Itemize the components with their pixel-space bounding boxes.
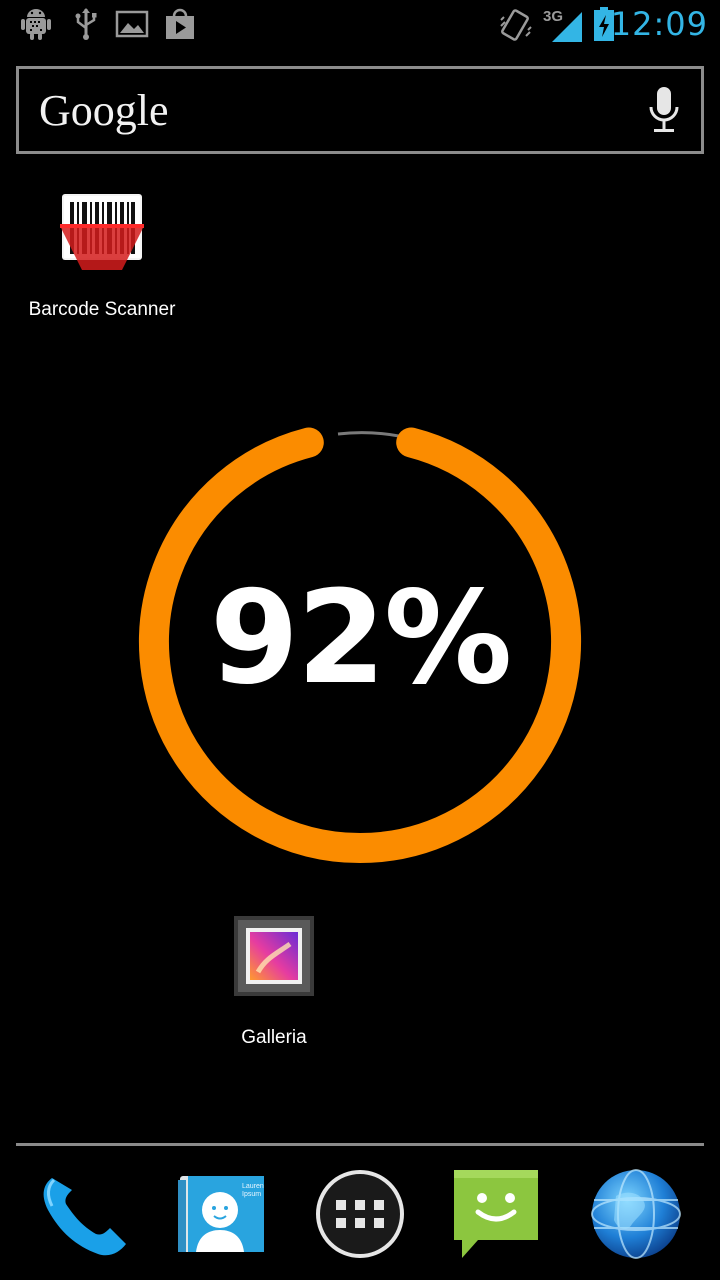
- contacts-icon[interactable]: Lauren Ipsum: [174, 1166, 270, 1262]
- contacts-card-text: Lauren: [242, 1183, 264, 1190]
- app-drawer-icon[interactable]: [312, 1166, 408, 1262]
- barcode-icon[interactable]: [60, 188, 144, 272]
- dock-divider: [16, 1143, 704, 1146]
- play-store-icon: [166, 8, 194, 39]
- android-debug-icon: [21, 9, 51, 40]
- google-logo[interactable]: Google: [39, 85, 169, 136]
- phone-icon[interactable]: [36, 1166, 132, 1262]
- messaging-icon[interactable]: [448, 1166, 544, 1262]
- microphone-icon[interactable]: [647, 87, 681, 135]
- clock: 12:09: [610, 5, 708, 43]
- status-bar: 3G 12:09: [0, 0, 720, 50]
- vibrate-icon: [500, 9, 532, 41]
- contacts-card-text: Ipsum: [242, 1191, 261, 1198]
- gallery-icon[interactable]: [232, 914, 316, 998]
- app-galleria[interactable]: Galleria: [194, 914, 354, 1049]
- google-search-bar[interactable]: Google: [16, 66, 704, 154]
- app-barcode-scanner[interactable]: Barcode Scanner: [22, 188, 182, 321]
- home-screen: 3G 12:09 Google Barcode Scanner 92% Gall…: [0, 0, 720, 1280]
- usb-icon: [75, 8, 97, 40]
- battery-widget[interactable]: 92%: [130, 416, 590, 868]
- app-label: Galleria: [241, 1027, 307, 1048]
- battery-percent: 92%: [209, 564, 512, 713]
- image-icon: [115, 10, 149, 38]
- signal-3g-icon: [552, 12, 582, 42]
- browser-globe-icon[interactable]: [588, 1166, 684, 1262]
- dock: Lauren Ipsum: [0, 1158, 720, 1270]
- app-label: Barcode Scanner: [28, 299, 176, 320]
